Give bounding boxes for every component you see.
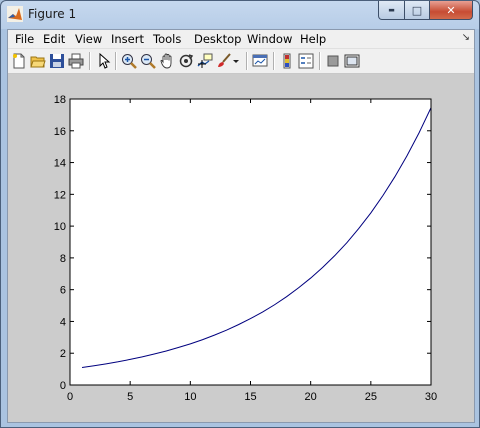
hide-plot-tools-icon xyxy=(327,55,339,67)
menu-tools[interactable]: Tools xyxy=(153,32,181,46)
print-icon xyxy=(68,53,84,69)
brush-dropdown-button[interactable] xyxy=(231,52,241,70)
figure-canvas: 0 5 10 15 20 25 30 0 2 4 6 8 10 12 14 16 18 xyxy=(8,74,474,422)
new-figure-icon xyxy=(13,53,25,69)
zoom-in-button[interactable] xyxy=(120,52,138,70)
matlab-logo-icon xyxy=(7,6,23,22)
pan-hand-icon xyxy=(160,53,172,69)
x-tick-label: 25 xyxy=(365,391,377,403)
edit-plot-arrow-icon xyxy=(99,53,111,69)
close-button[interactable]: ✕ xyxy=(430,1,473,20)
figure-window: Figure 1 ▬ □ ✕ File Edit View Insert Too… xyxy=(0,0,480,428)
zoom-in-icon xyxy=(122,54,137,69)
save-button[interactable] xyxy=(48,52,66,70)
toolbar-separator xyxy=(273,52,275,70)
menu-window[interactable]: Window xyxy=(247,32,292,46)
hide-plot-tools-button[interactable] xyxy=(324,52,342,70)
menu-help[interactable]: Help xyxy=(300,32,326,46)
x-tick-label: 0 xyxy=(67,391,73,403)
zoom-out-icon xyxy=(141,54,156,69)
rotate-3d-button[interactable] xyxy=(177,52,195,70)
x-tick-label: 20 xyxy=(305,391,317,403)
maximize-icon: □ xyxy=(411,3,423,17)
y-tick-label: 10 xyxy=(54,221,66,233)
edit-plot-button[interactable] xyxy=(94,52,112,70)
menu-bar: File Edit View Insert Tools Desktop Wind… xyxy=(8,30,474,49)
open-file-button[interactable] xyxy=(29,52,47,70)
y-tick-label: 8 xyxy=(60,253,66,265)
minimize-button[interactable]: ▬ xyxy=(378,1,405,20)
menu-desktop[interactable]: Desktop xyxy=(194,32,241,46)
x-tick-label: 30 xyxy=(425,391,437,403)
minimize-icon: ▬ xyxy=(388,6,395,14)
figure-client-area: File Edit View Insert Tools Desktop Wind… xyxy=(7,29,475,423)
x-tick-label: 10 xyxy=(184,391,196,403)
colorbar-icon xyxy=(283,53,291,69)
title-bar[interactable]: Figure 1 ▬ □ ✕ xyxy=(1,1,479,29)
y-tick-label: 14 xyxy=(54,158,66,170)
print-button[interactable] xyxy=(67,52,85,70)
plot-axes[interactable]: 0 5 10 15 20 25 30 0 2 4 6 8 10 12 14 16 18 xyxy=(8,74,474,422)
toolbar-separator xyxy=(246,52,248,70)
colorbar-button[interactable] xyxy=(278,52,296,70)
y-tick-label: 18 xyxy=(54,94,66,106)
figure-toolbar xyxy=(8,49,474,74)
y-tick-label: 0 xyxy=(60,380,66,392)
brush-dropdown-icon xyxy=(233,60,239,63)
rotate-3d-icon xyxy=(179,54,194,68)
new-figure-button[interactable] xyxy=(10,52,28,70)
link-plot-button[interactable] xyxy=(251,52,269,70)
open-file-icon xyxy=(30,56,46,68)
menubar-overflow-icon[interactable]: ↘ xyxy=(462,32,470,43)
menu-edit[interactable]: Edit xyxy=(43,32,65,46)
toolbar-separator xyxy=(89,52,91,70)
y-tick-label: 4 xyxy=(60,316,66,328)
legend-icon xyxy=(298,53,314,69)
menu-view[interactable]: View xyxy=(75,32,102,46)
maximize-button[interactable]: □ xyxy=(405,1,430,20)
data-cursor-icon xyxy=(197,53,213,68)
close-icon: ✕ xyxy=(446,3,456,17)
y-tick-label: 6 xyxy=(60,285,66,297)
x-tick-label: 5 xyxy=(127,391,133,403)
window-title: Figure 1 xyxy=(28,7,77,21)
axes-background[interactable] xyxy=(70,99,431,385)
x-tick-label: 15 xyxy=(244,391,256,403)
window-controls: ▬ □ ✕ xyxy=(378,1,473,20)
y-tick-label: 12 xyxy=(54,189,66,201)
link-plot-icon xyxy=(252,54,268,67)
toolbar-separator xyxy=(115,52,117,70)
menu-insert[interactable]: Insert xyxy=(111,32,144,46)
y-tick-label: 2 xyxy=(60,348,66,360)
toolbar-separator xyxy=(319,52,321,70)
menu-file[interactable]: File xyxy=(15,32,34,46)
brush-icon xyxy=(218,53,231,67)
show-plot-tools-button[interactable] xyxy=(343,52,361,70)
zoom-out-button[interactable] xyxy=(139,52,157,70)
show-plot-tools-icon xyxy=(344,54,360,68)
data-cursor-button[interactable] xyxy=(196,52,214,70)
save-icon xyxy=(50,54,64,68)
legend-button[interactable] xyxy=(297,52,315,70)
y-tick-label: 16 xyxy=(54,126,66,138)
pan-button[interactable] xyxy=(158,52,176,70)
